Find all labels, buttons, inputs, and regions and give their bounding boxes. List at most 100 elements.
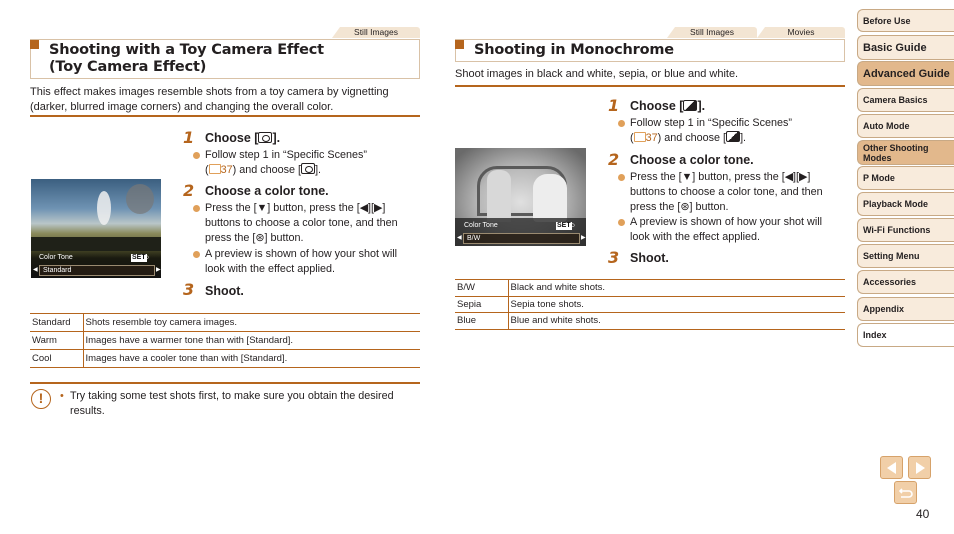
sidebar-item-basic-guide[interactable]: Basic Guide [857,35,954,60]
page-ref-link[interactable]: 37 [646,132,658,144]
right-arrow-icon: ▶ [156,267,161,273]
text: ) and choose [ [232,164,302,176]
triangle-right-icon [915,461,925,474]
return-button[interactable] [894,481,917,504]
text: ]. [697,99,706,113]
left-button-icon: ◀][▶ [784,171,808,183]
intro-line: This effect makes images resemble shots … [30,86,389,98]
caution-icon: ! [31,389,51,409]
table-desc: Black and white shots. [508,279,845,297]
osd-value-bar: B/W [463,233,580,244]
step-bullet: A preview is shown of how your shot will… [618,215,823,245]
step-bullet: Press the [▼] button, press the [◀][▶] b… [618,170,823,215]
table-desc: Images have a cooler tone than with [Sta… [83,349,420,368]
triangle-left-icon [886,461,896,474]
bullet-dot [618,120,625,127]
text: ] button. [264,232,304,244]
bullet-dot: • [60,390,64,402]
text: press the [ [205,232,256,244]
tab-still-images: Still Images [332,27,420,38]
title-line-2: (Toy Camera Effect) [49,59,207,75]
text: ] button. [689,201,729,213]
step-bullet: A preview is shown of how your shot will… [193,247,398,277]
text: ] [807,171,811,183]
heading-marker-icon [455,40,464,49]
train [31,237,161,251]
table-desc: Sepia tone shots. [508,296,845,313]
bullet-dot [618,219,625,226]
color-tone-table: Standard Shots resemble toy camera images… [30,313,420,368]
title-line-1: Shooting with a Toy Camera Effect [49,42,324,58]
smoke [97,191,111,225]
text: Try taking some test shots first, to mak… [70,390,394,402]
sidebar-item-other-shooting-modes[interactable]: Other Shooting Modes [857,140,954,165]
step-title: Choose []. [205,131,280,145]
sidebar-item-wifi-functions[interactable]: Wi-Fi Functions [857,218,954,242]
down-button-icon: ▼ [681,171,693,183]
tab-movies: Movies [757,27,845,38]
sidebar-item-advanced-guide[interactable]: Advanced Guide [857,61,954,86]
step-title: Shoot. [205,284,244,298]
left-button-icon: ◀][▶ [359,202,383,214]
page-number: 40 [916,507,930,521]
text: Choose [ [630,99,684,113]
text: press the [ [630,201,681,213]
text: buttons to choose a color tone, and then [205,217,398,229]
intro-text: This effect makes images resemble shots … [30,85,389,114]
text: ) and choose [ [657,132,727,144]
bullet-dot [193,205,200,212]
table-row: Blue Blue and white shots. [455,312,845,330]
text: Choose [ [205,131,259,145]
divider [455,85,845,87]
return-icon: ⮌ [570,223,575,229]
table-key: Warm [30,331,84,350]
sidebar-item-playback-mode[interactable]: Playback Mode [857,192,954,216]
return-arrow-icon [898,487,913,498]
table-key: Blue [455,312,509,330]
bullet-dot [193,152,200,159]
step-title: Choose []. [630,99,705,113]
osd-color-tone-label: Color Tone [39,254,73,261]
divider [30,382,420,384]
page-ref-link[interactable]: 37 [221,164,233,176]
child-left [487,170,511,222]
table-desc: Blue and white shots. [508,312,845,330]
table-row: Warm Images have a warmer tone than with … [30,331,420,350]
sidebar-item-appendix[interactable]: Appendix [857,297,954,321]
table-key: Cool [30,349,84,368]
step-title: Shoot. [630,251,669,265]
sidebar-item-accessories[interactable]: Accessories [857,270,954,294]
text: results. [70,404,105,417]
sidebar-item-camera-basics[interactable]: Camera Basics [857,88,954,112]
prev-page-button[interactable] [880,456,903,479]
page-title: Shooting with a Toy Camera Effect (Toy C… [49,42,324,76]
text: ]. [315,164,322,176]
sidebar-item-setting-menu[interactable]: Setting Menu [857,244,954,268]
step-number: 3 [183,280,195,299]
step-bullet: Press the [▼] button, press the [◀][▶] b… [193,201,398,246]
text: A preview is shown of how your shot will [205,248,398,260]
train-photo-screen: Color Tone SET ⮌ ◀ Standard ▶ [31,179,161,278]
sidebar-item-index[interactable]: Index [857,323,954,347]
text: Press the [ [205,202,257,214]
next-page-button[interactable] [908,456,931,479]
heading-marker-icon [30,40,39,49]
text: ]. [740,132,747,144]
table-row: B/W Black and white shots. [455,279,845,297]
text: Press the [ [630,171,682,183]
step-number: 3 [608,248,620,267]
table-row: Standard Shots resemble toy camera images… [30,313,420,332]
tab-still-images: Still Images [667,27,757,38]
text: A preview is shown of how your shot will [630,216,823,228]
toy-camera-icon [301,163,316,174]
step-title: Choose a color tone. [205,184,329,198]
divider [30,115,420,117]
sidebar-item-auto-mode[interactable]: Auto Mode [857,114,954,138]
down-button-icon: ▼ [256,202,268,214]
return-icon: ⮌ [144,255,149,261]
step-title: Choose a color tone. [630,153,754,167]
table-desc: Images have a warmer tone than with [Sta… [83,331,420,350]
table-key: B/W [455,279,509,297]
sidebar-item-before-use[interactable]: Before Use [857,9,954,32]
sidebar-item-p-mode[interactable]: P Mode [857,166,954,190]
